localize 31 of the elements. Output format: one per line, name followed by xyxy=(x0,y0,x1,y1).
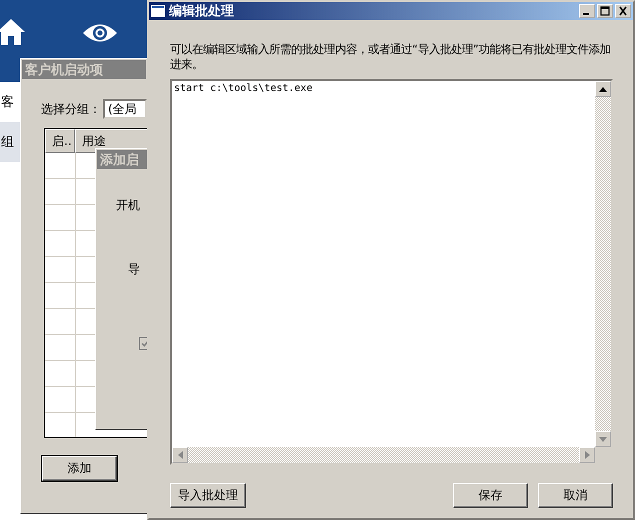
field-label: 导 xyxy=(127,261,140,278)
column-header[interactable]: 启.. xyxy=(45,129,75,153)
up-arrow-icon xyxy=(599,86,607,92)
cancel-button[interactable]: 取消 xyxy=(538,483,613,508)
scroll-up-button[interactable] xyxy=(595,81,611,97)
add-button[interactable]: 添加 xyxy=(42,456,117,481)
scroll-right-button[interactable] xyxy=(579,447,595,463)
vertical-scrollbar[interactable] xyxy=(595,81,611,447)
import-button[interactable]: 导入批处理 xyxy=(170,483,246,508)
close-icon[interactable] xyxy=(615,4,631,18)
description-text: 可以在编辑区域输入所需的批处理内容，或者通过“导入批处理”功能将已有批处理文件添加进来。 xyxy=(170,42,612,72)
column-header: 组 xyxy=(1,134,14,151)
right-arrow-icon xyxy=(584,451,590,459)
group-dropdown[interactable]: (全局 xyxy=(103,99,147,119)
window-title: 客户机启动项 xyxy=(22,60,146,79)
horizontal-scrollbar[interactable] xyxy=(172,447,595,463)
down-arrow-icon xyxy=(599,436,607,442)
left-arrow-icon xyxy=(178,451,182,459)
save-button[interactable]: 保存 xyxy=(453,483,528,508)
field-label: 选择分组： xyxy=(41,100,101,118)
minimize-icon[interactable] xyxy=(579,4,595,18)
scroll-left-button[interactable] xyxy=(172,447,188,463)
eye-icon[interactable] xyxy=(82,22,118,44)
row-text: 客 xyxy=(1,94,14,111)
field-label: 开机 xyxy=(115,197,140,214)
maximize-icon[interactable] xyxy=(597,4,613,18)
window-title: 编辑批处理 xyxy=(169,2,234,20)
scroll-down-button[interactable] xyxy=(595,431,611,447)
home-icon[interactable] xyxy=(0,18,26,46)
batch-editor[interactable]: start c:\tools\test.exe xyxy=(170,79,613,465)
window-icon xyxy=(151,5,165,17)
